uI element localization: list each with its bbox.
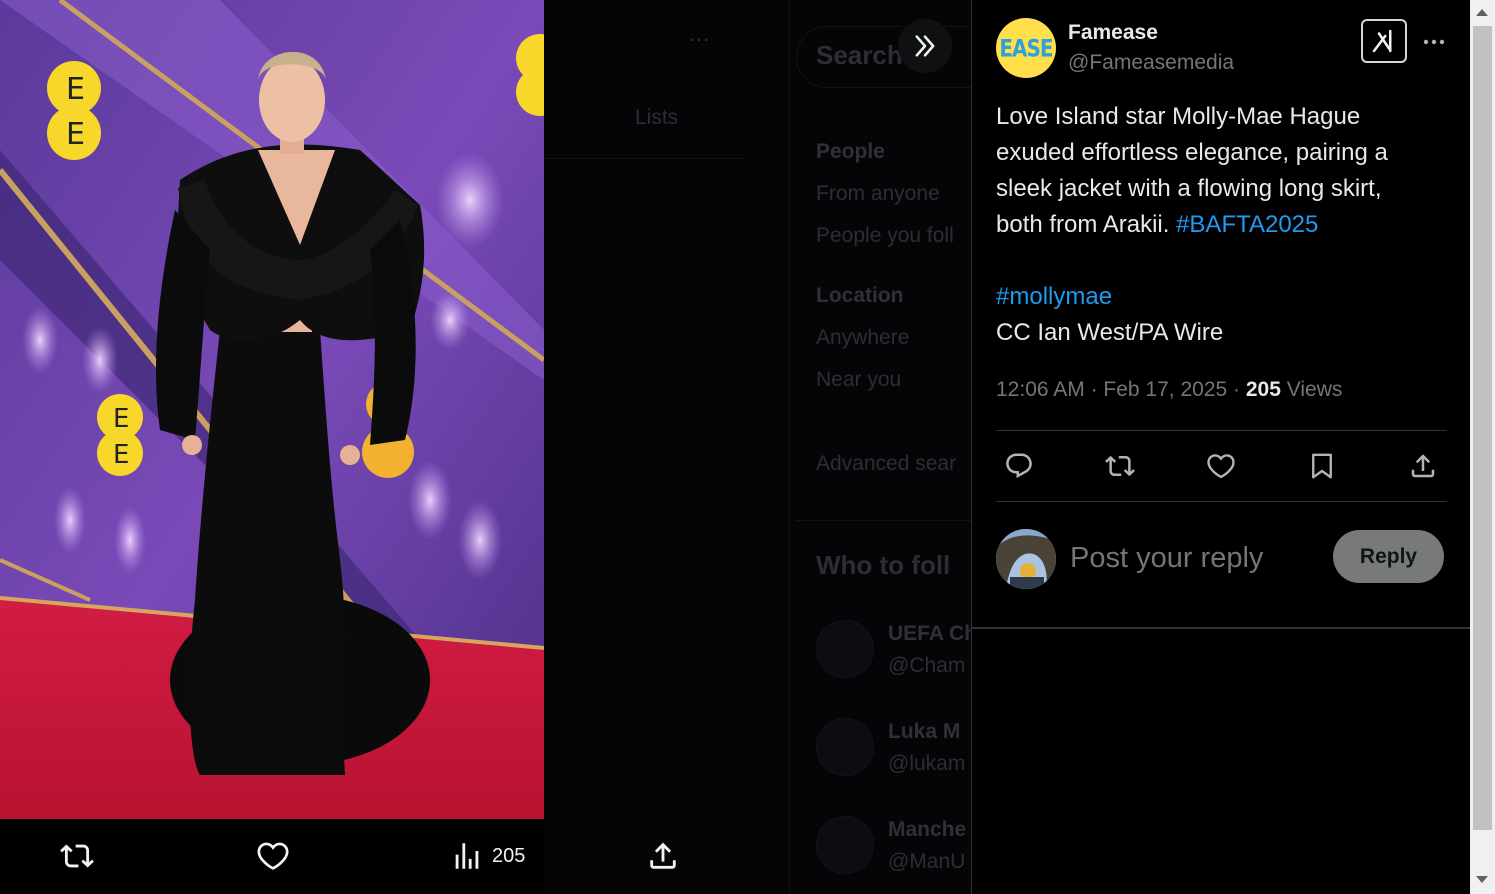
background-page: ··· Search filt Lists People From anyone…: [544, 0, 971, 894]
bg-people-heading: People: [816, 140, 885, 163]
tweet-meta: 12:06 AM · Feb 17, 2025 · 205 Views: [996, 378, 1343, 401]
like-action-button[interactable]: [1201, 446, 1241, 486]
bg-suggestion-handle: @Cham: [888, 654, 966, 677]
bg-anywhere: Anywhere: [816, 326, 910, 349]
tweet-text-line: both from Arakii.: [996, 211, 1170, 238]
bg-tab-lists: Lists: [635, 106, 679, 129]
bg-suggestion-avatar: [816, 718, 874, 776]
tweet-text-line: sleek jacket with a flowing long skirt,: [996, 175, 1382, 202]
bg-divider: [796, 520, 971, 521]
repost-icon: [1105, 455, 1135, 477]
tweet-photo[interactable]: E E E E: [0, 0, 544, 819]
tweet-text-line: Love Island star Molly-Mae Hague: [996, 103, 1361, 130]
collapse-sidebar-button[interactable]: [898, 19, 952, 73]
avatar-image: [996, 529, 1056, 589]
bg-suggestion-handle: @lukam: [888, 752, 966, 775]
views-count: 205: [1245, 378, 1281, 401]
scrollbar-thumb[interactable]: [1473, 26, 1492, 830]
repost-action-button[interactable]: [1100, 446, 1140, 486]
hashtag-link[interactable]: #BAFTA2025: [1176, 211, 1318, 238]
scroll-up-arrow-icon[interactable]: [1476, 9, 1488, 16]
avatar-logo-text: EASE: [999, 33, 1053, 63]
reply-action-button[interactable]: [999, 446, 1039, 486]
grok-icon: [1372, 29, 1392, 53]
comment-icon: [1006, 453, 1032, 479]
tweet-text-line-wrap: both from Arakii. #BAFTA2025: [996, 207, 1446, 243]
photo-credit: CC Ian West/PA Wire: [996, 319, 1224, 346]
bg-column-divider: [789, 0, 790, 894]
share-icon: [1411, 454, 1435, 478]
grok-button[interactable]: [1361, 19, 1407, 63]
double-chevron-right-icon: [915, 35, 935, 57]
reply-button[interactable]: Reply: [1333, 530, 1444, 583]
tweet-time[interactable]: 12:06 AM: [996, 378, 1085, 401]
bg-divider: [544, 158, 744, 159]
bg-from-anyone: From anyone: [816, 182, 940, 205]
bg-suggestion-name: Luka M: [888, 720, 961, 743]
more-options-button[interactable]: [1420, 28, 1448, 56]
author-name[interactable]: Famease: [1068, 21, 1158, 45]
bg-people-you-follow: People you foll: [816, 224, 954, 247]
bg-location-heading: Location: [816, 284, 904, 307]
current-user-avatar[interactable]: [996, 529, 1056, 589]
repost-icon: [60, 844, 94, 868]
media-like-button[interactable]: [256, 838, 290, 874]
divider: [996, 501, 1447, 502]
media-share-button[interactable]: [646, 838, 680, 874]
svg-text:E: E: [113, 404, 129, 434]
heart-icon: [1207, 454, 1235, 479]
tweet-text-line: exuded effortless elegance, pairing a: [996, 139, 1388, 166]
hashtag-link[interactable]: #mollymae: [996, 283, 1112, 310]
bg-suggestion-name: UEFA Ch: [888, 622, 971, 645]
author-avatar[interactable]: EASE: [996, 18, 1056, 78]
bookmark-icon: [1312, 453, 1332, 479]
tweet-text: Love Island star Molly-Mae Hague exuded …: [996, 99, 1446, 351]
media-repost-button[interactable]: [60, 838, 94, 874]
media-views-button[interactable]: 205: [450, 838, 525, 874]
bg-advanced-search: Advanced sear: [816, 452, 957, 475]
views-label: Views: [1286, 378, 1343, 401]
share-action-button[interactable]: [1403, 446, 1443, 486]
divider: [996, 430, 1447, 431]
author-handle[interactable]: @Fameasemedia: [1068, 51, 1234, 75]
heart-icon: [257, 842, 289, 870]
bookmark-action-button[interactable]: [1302, 446, 1342, 486]
media-views-count: 205: [492, 844, 526, 867]
tweet-date[interactable]: Feb 17, 2025: [1103, 378, 1227, 401]
bg-suggestion-avatar: [816, 620, 874, 678]
reply-input[interactable]: [1070, 536, 1320, 580]
svg-text:E: E: [66, 117, 85, 152]
bg-who-to-follow: Who to foll: [816, 550, 951, 580]
more-horizontal-icon: [1423, 39, 1445, 45]
photo-image: E E E E: [0, 0, 544, 819]
bg-more-icon: ···: [688, 26, 710, 51]
svg-text:E: E: [113, 440, 129, 470]
divider: [972, 627, 1471, 629]
share-icon: [650, 842, 676, 869]
tweet-detail-panel: EASE Famease @Fameasemedia Love Island s…: [971, 0, 1471, 894]
bg-near-you: Near you: [816, 368, 902, 391]
analytics-icon: [455, 843, 479, 869]
scroll-down-arrow-icon[interactable]: [1476, 876, 1488, 883]
svg-text:E: E: [66, 72, 85, 107]
